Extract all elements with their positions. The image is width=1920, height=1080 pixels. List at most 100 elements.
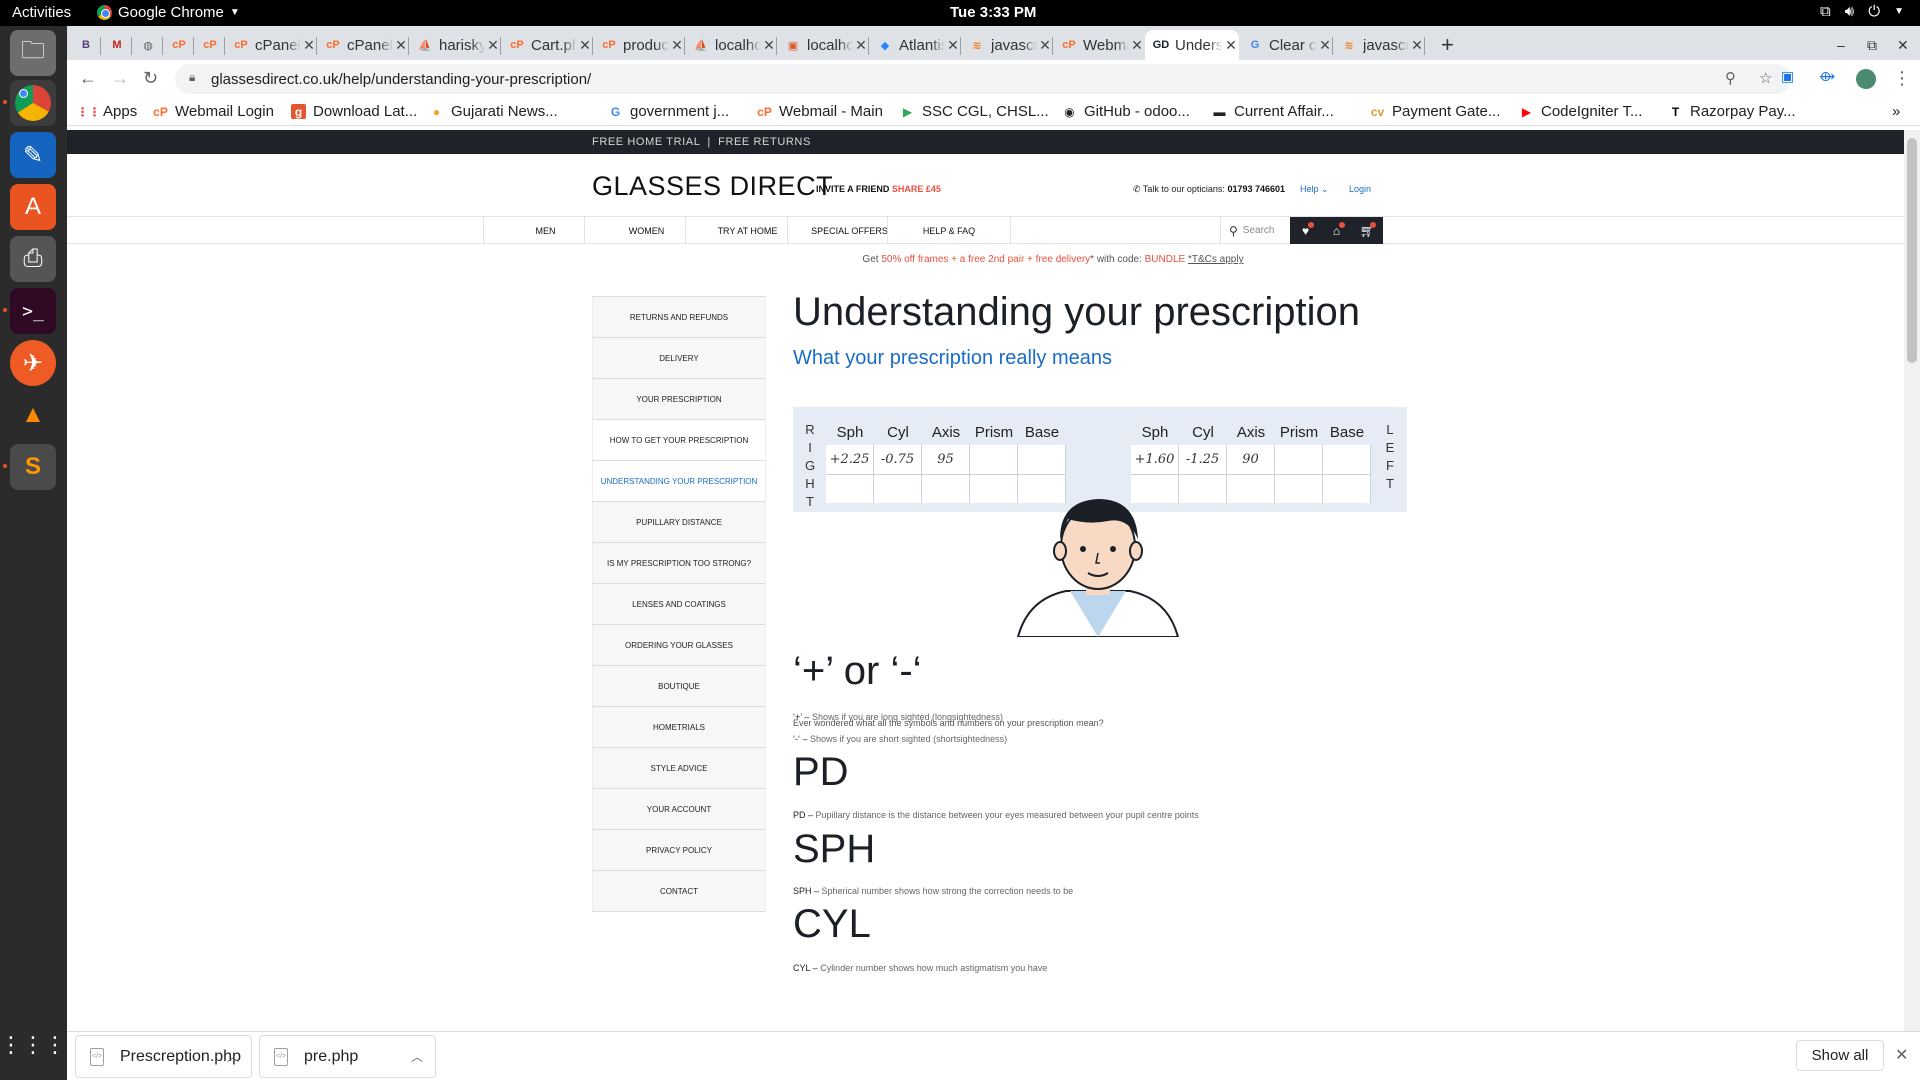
show-all-button[interactable]: Show all	[1796, 1040, 1884, 1071]
bookmark-item[interactable]: cP Webmail - Main	[757, 103, 883, 120]
close-icon[interactable]: ✕	[1895, 1045, 1908, 1065]
home-trial-icon[interactable]: ⌂	[1321, 217, 1352, 244]
close-tab-icon[interactable]: ✕	[945, 37, 961, 54]
close-tab-icon[interactable]: ✕	[1317, 37, 1333, 54]
sidebar-item[interactable]: IS MY PRESCRIPTION TOO STRONG?	[592, 543, 766, 584]
site-logo[interactable]: GLASSES DIRECT	[592, 171, 833, 202]
browser-tab[interactable]: cP cPanel ✕	[225, 30, 317, 60]
login-link[interactable]: Login	[1349, 184, 1371, 194]
sidebar-item[interactable]: RETURNS AND REFUNDS	[592, 297, 766, 338]
browser-tab[interactable]: ≋ javascript✕	[961, 30, 1053, 60]
window-close-icon[interactable]: ✕	[1889, 30, 1909, 60]
bookmark-item[interactable]: T Razorpay Pay...	[1668, 103, 1796, 120]
browser-tab[interactable]: ≋ javascript✕	[1333, 30, 1425, 60]
forward-icon[interactable]: →	[111, 68, 129, 89]
profile-avatar[interactable]	[1856, 69, 1876, 89]
bookmark-item[interactable]: ◉ GitHub - odoo...	[1062, 103, 1190, 120]
bookmark-item[interactable]: g Download Lat...	[291, 103, 417, 120]
sidebar-item[interactable]: YOUR PRESCRIPTION	[592, 379, 766, 420]
activities-button[interactable]: Activities	[12, 4, 71, 21]
sidebar-item[interactable]: HOMETRIALS	[592, 707, 766, 748]
sidebar-item[interactable]: HOW TO GET YOUR PRESCRIPTION	[592, 420, 766, 461]
browser-tab[interactable]: ◍	[132, 30, 163, 60]
wishlist-icon[interactable]: ♥	[1290, 217, 1321, 244]
sidebar-item[interactable]: LENSES AND COATINGS	[592, 584, 766, 625]
bookmark-item[interactable]: ▶ SSC CGL, CHSL...	[900, 103, 1049, 120]
help-dropdown[interactable]: Help ⌄	[1300, 184, 1329, 195]
browser-tab[interactable]: M	[101, 30, 132, 60]
vlc-icon[interactable]: ▲	[10, 392, 56, 438]
scrollbar-thumb[interactable]	[1907, 138, 1917, 363]
browser-tab[interactable]: ⛵ harisky ✕	[409, 30, 501, 60]
free-home-trial[interactable]: FREE HOME TRIAL	[592, 136, 700, 148]
files-icon[interactable]: 🗀	[10, 30, 56, 76]
browser-tab[interactable]: ⛵ localhost✕	[685, 30, 777, 60]
sidebar-item[interactable]: BOUTIQUE	[592, 666, 766, 707]
sidebar-item[interactable]: UNDERSTANDING YOUR PRESCRIPTION	[592, 461, 766, 502]
cart-icon[interactable]: 🛒︎	[1352, 217, 1383, 244]
browser-tab[interactable]: G Clear cache✕	[1239, 30, 1333, 60]
close-tab-icon[interactable]: ✕	[1223, 37, 1239, 54]
page-scrollbar[interactable]	[1904, 130, 1920, 1031]
close-tab-icon[interactable]: ✕	[1409, 37, 1425, 54]
show-apps-icon[interactable]: ⋮⋮⋮	[0, 1022, 66, 1068]
sublime-icon[interactable]: S	[10, 444, 56, 490]
bookmark-item[interactable]: ▶ CodeIgniter T...	[1519, 103, 1643, 120]
bookmark-item[interactable]: cP Webmail Login	[153, 103, 274, 120]
chrome-dock-icon[interactable]	[10, 80, 56, 126]
close-tab-icon[interactable]: ✕	[1037, 37, 1053, 54]
browser-tab[interactable]: ◆ Atlantis ✕	[869, 30, 961, 60]
sidebar-item[interactable]: ORDERING YOUR GLASSES	[592, 625, 766, 666]
app-menu[interactable]: Google Chrome ▼	[97, 4, 240, 21]
browser-tab[interactable]: cP cPanel ✕	[317, 30, 409, 60]
browser-tab[interactable]: cP product ✕	[593, 30, 685, 60]
bookmark-item[interactable]: ● Gujarati News...	[429, 103, 558, 120]
phone-number[interactable]: 01793 746601	[1227, 184, 1285, 194]
terminal-icon[interactable]: >_	[10, 288, 56, 334]
system-tray[interactable]: ⧉ 🔊︎ ⏻ ▼	[1820, 3, 1904, 20]
close-tab-icon[interactable]: ✕	[301, 37, 317, 54]
offer-terms-link[interactable]: *T&Cs apply	[1188, 254, 1244, 265]
browser-tab[interactable]: cP Cart.php✕	[501, 30, 593, 60]
software-center-icon[interactable]: A	[10, 184, 56, 230]
sidebar-item[interactable]: DELIVERY	[592, 338, 766, 379]
chevron-up-icon[interactable]: ︿	[411, 1048, 423, 1065]
close-tab-icon[interactable]: ✕	[1129, 37, 1145, 54]
invite-friend-link[interactable]: INVITE A FRIEND SHARE £45	[816, 184, 941, 194]
chevron-up-icon[interactable]: ︿	[227, 1048, 239, 1065]
menu-icon[interactable]: ⋮	[1893, 68, 1911, 89]
minimize-icon[interactable]: –	[1829, 30, 1845, 60]
sidebar-item[interactable]: YOUR ACCOUNT	[592, 789, 766, 830]
close-tab-icon[interactable]: ✕	[485, 37, 501, 54]
clock[interactable]: Tue 3:33 PM	[950, 4, 1036, 21]
reload-icon[interactable]: ↻	[143, 68, 158, 89]
new-tab-icon[interactable]: +	[1433, 30, 1454, 60]
download-item[interactable]: </> Prescreption.php ︿	[75, 1035, 252, 1078]
site-search[interactable]: ⚲ Search	[1220, 217, 1285, 244]
more-bookmarks-icon[interactable]: »	[1892, 103, 1900, 120]
sidebar-item[interactable]: PUPILLARY DISTANCE	[592, 502, 766, 543]
download-item[interactable]: </> pre.php ︿	[259, 1035, 436, 1078]
sidebar-item[interactable]: CONTACT	[592, 871, 766, 912]
browser-tab[interactable]: ▣ localhost✕	[777, 30, 869, 60]
close-tab-icon[interactable]: ✕	[577, 37, 593, 54]
bookmark-item[interactable]: Ggovernment j...	[608, 103, 729, 120]
close-tab-icon[interactable]: ✕	[669, 37, 685, 54]
browser-tab[interactable]: cP	[194, 30, 225, 60]
sidebar-item[interactable]: PRIVACY POLICY	[592, 830, 766, 871]
browser-tab[interactable]: GD Understanding✕	[1145, 30, 1239, 60]
translate-icon[interactable]: ⟴	[1819, 68, 1835, 85]
writer-icon[interactable]: ✎	[10, 132, 56, 178]
zoom-icon[interactable]: ⚲	[1725, 69, 1736, 87]
bookmark-item[interactable]: ▬ Current Affair...	[1212, 103, 1334, 120]
extension-icon[interactable]: ▣	[1781, 68, 1794, 85]
postman-icon[interactable]: ✈	[10, 340, 56, 386]
bookmark-item[interactable]: ⋮⋮ Apps	[77, 103, 138, 120]
back-icon[interactable]: ←	[79, 68, 97, 89]
close-tab-icon[interactable]: ✕	[761, 37, 777, 54]
close-tab-icon[interactable]: ✕	[393, 37, 409, 54]
address-bar[interactable]: 🔒︎ glassesdirect.co.uk/help/understandin…	[175, 64, 1791, 94]
maximize-icon[interactable]: ⧉	[1859, 30, 1877, 60]
printer-icon[interactable]: ⎙	[10, 236, 56, 282]
free-returns[interactable]: FREE RETURNS	[718, 136, 811, 148]
